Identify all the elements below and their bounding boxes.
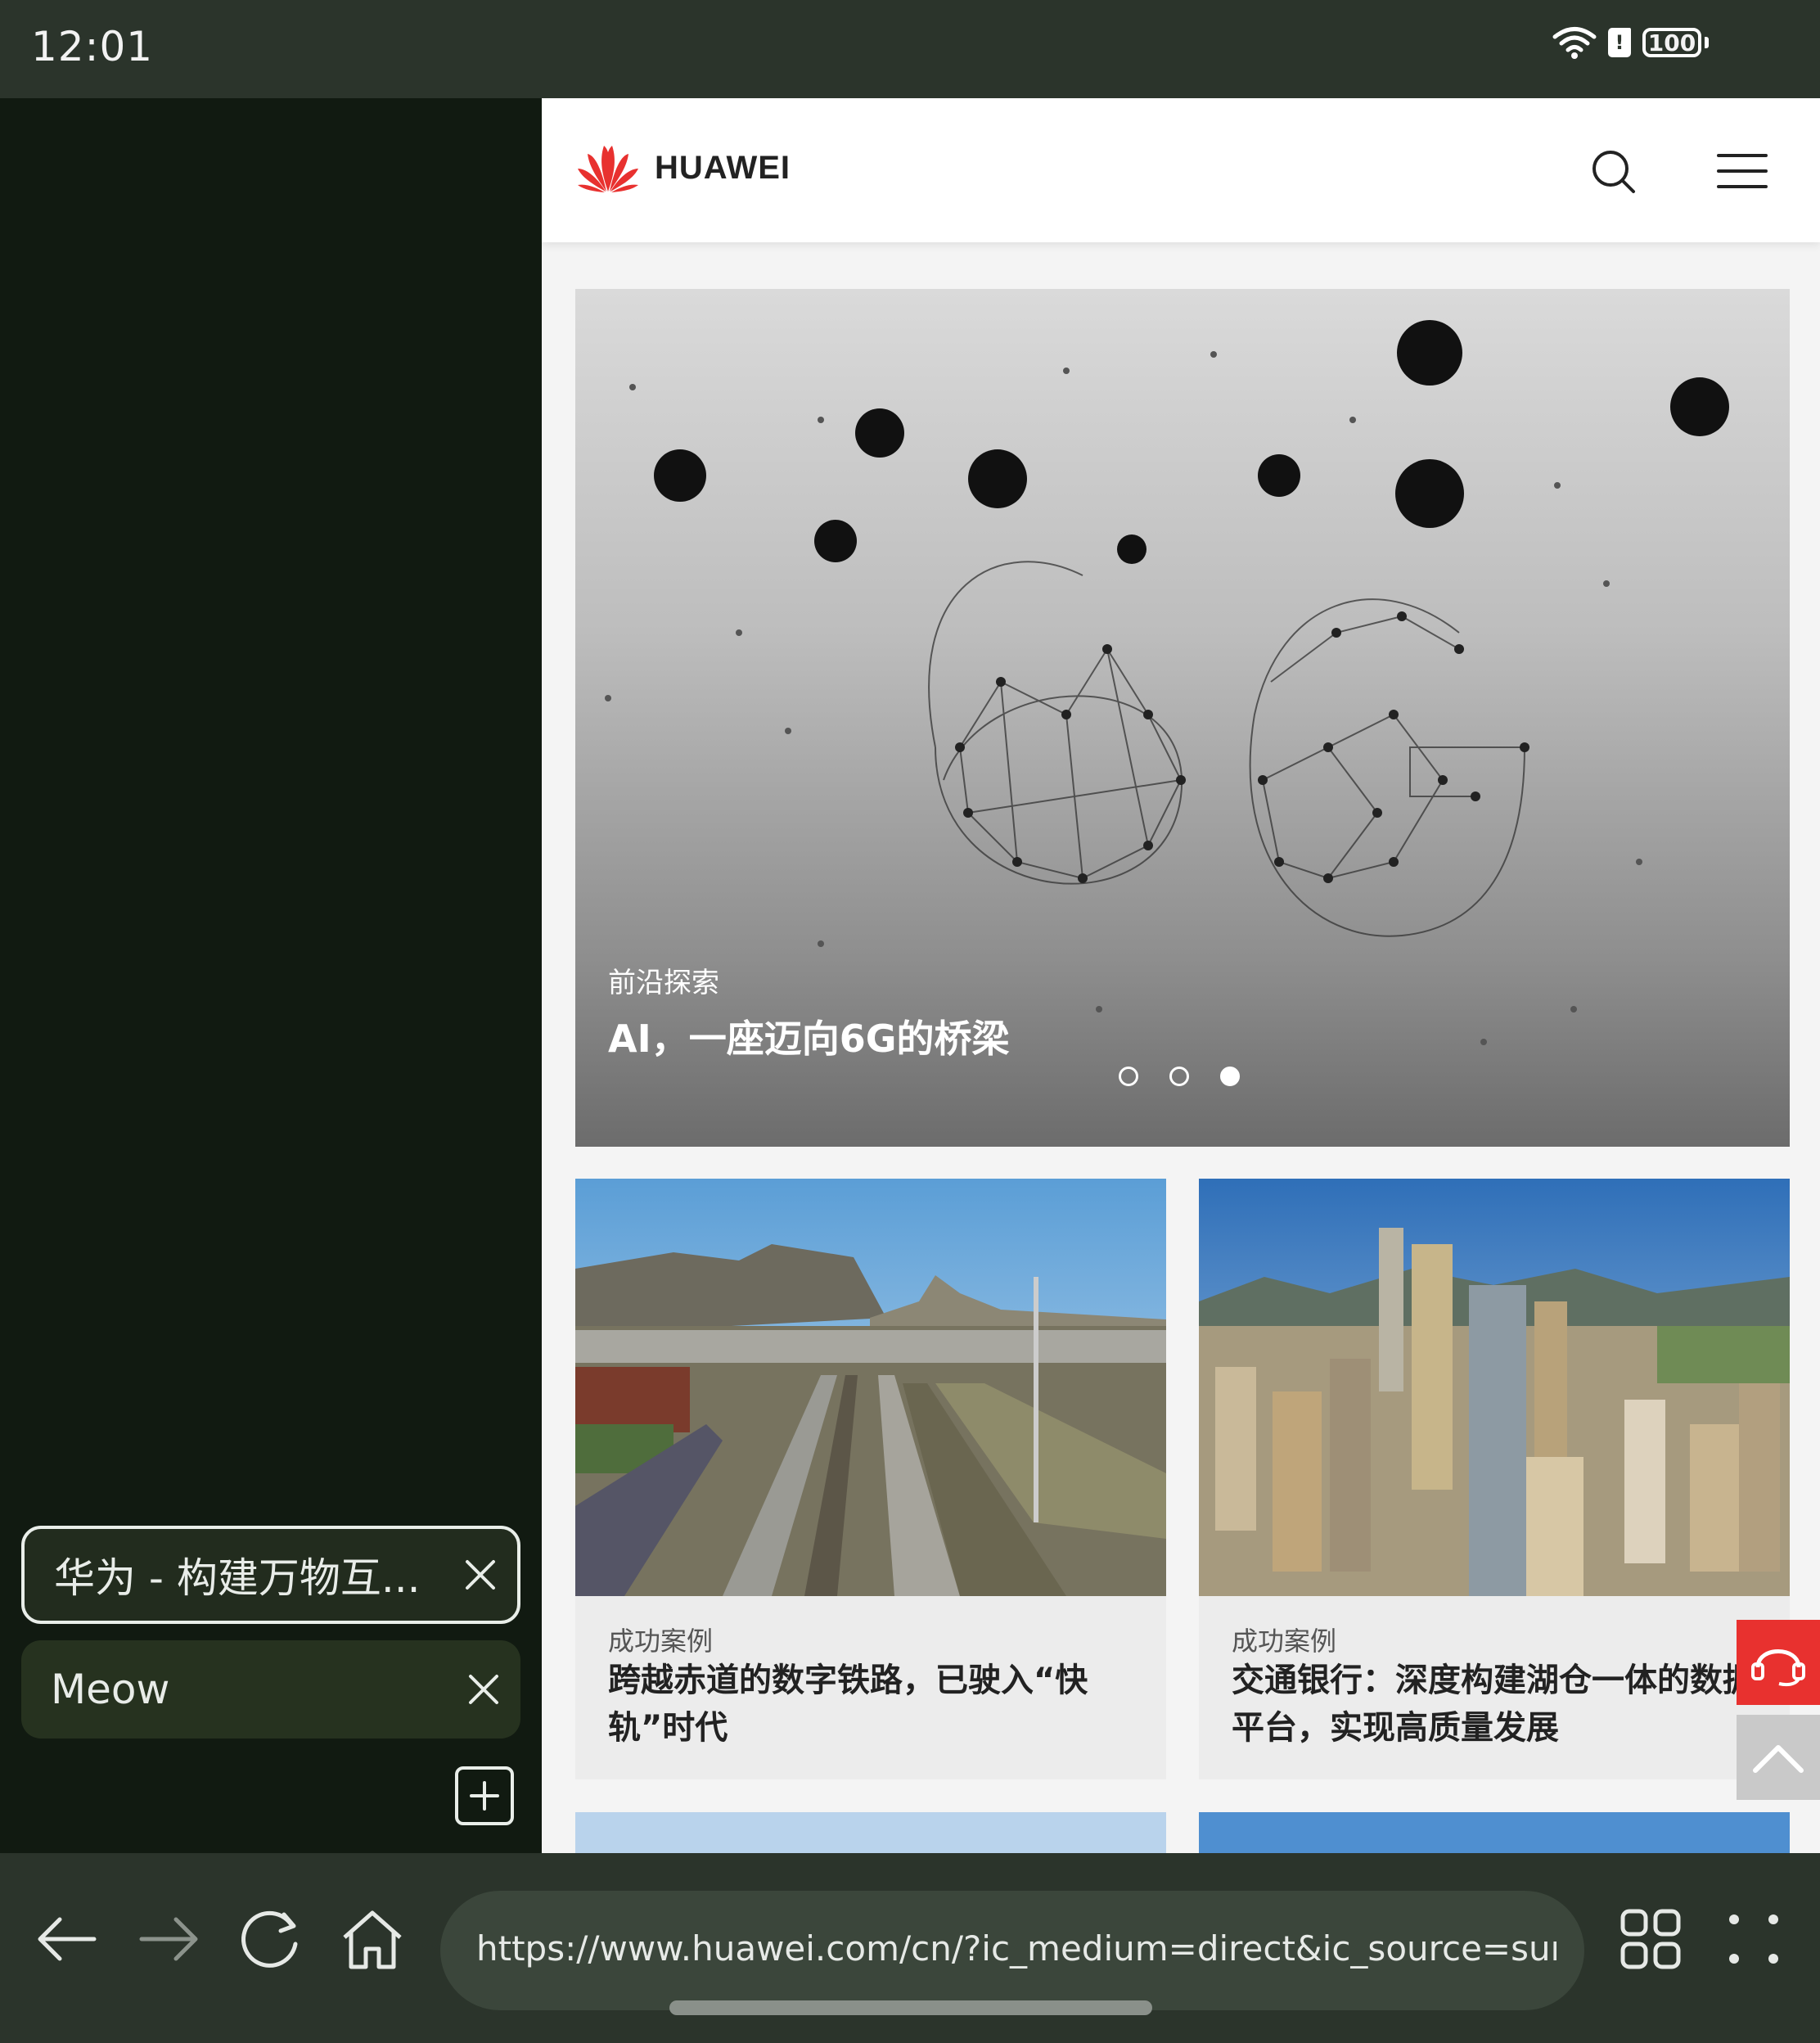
new-tab-button[interactable] [455,1766,514,1825]
brand-name: HUAWEI [655,149,791,186]
hero-banner[interactable]: 前沿探索 AI，一座迈向6G的桥梁 [575,289,1790,1147]
search-icon[interactable] [1589,147,1638,200]
case-card-bank[interactable]: 成功案例 交通银行：深度构建湖仓一体的数据平台，实现高质量发展 [1199,1179,1790,1779]
headset-icon [1751,1649,1805,1687]
site-header: HUAWEI [542,98,1820,242]
menu-icon[interactable] [1717,151,1768,195]
home-icon [343,1910,402,1969]
battery-icon: 100 [1642,28,1701,57]
case-card-partial[interactable] [1199,1812,1790,1853]
wifi-icon [1552,27,1597,59]
close-icon[interactable] [447,1640,520,1739]
carousel-dot-3[interactable] [1220,1067,1240,1086]
carousel-dot-2[interactable] [1169,1067,1189,1086]
card-title[interactable]: 交通银行：深度构建湖仓一体的数据平台，实现高质量发展 [1232,1657,1764,1752]
card-category: 成功案例 [1232,1626,1337,1657]
plus-icon [470,1781,499,1811]
customer-service-button[interactable] [1737,1620,1820,1705]
huawei-logo[interactable]: HUAWEI [574,142,791,193]
reload-button[interactable] [234,1902,308,1976]
back-button[interactable] [29,1902,103,1976]
more-dots-icon [1729,1914,1778,1964]
battery-tip [1705,37,1709,48]
hero-title: AI，一座迈向6G的桥梁 [608,1017,1010,1061]
clock: 12:01 [31,23,154,70]
tabs-grid-icon [1620,1909,1681,1969]
carousel-dots [1119,1067,1240,1086]
status-icons: ! 100 [1552,26,1709,59]
tab-title: 华为 - 构建万物互... [54,1554,421,1602]
sd-card-icon: ! [1608,28,1631,57]
arrow-right-icon [139,1917,198,1961]
city-photo [1199,1179,1790,1596]
web-content: HUAWEI 前沿探索 AI，一座迈向6G的桥梁 成功案例 跨越赤道的数字铁路，… [542,98,1820,1853]
carousel-dot-1[interactable] [1119,1067,1138,1086]
case-card-partial[interactable] [575,1812,1166,1853]
address-bar[interactable]: https://www.huawei.com/cn/?ic_medium=dir… [440,1891,1584,2010]
home-button[interactable] [336,1902,409,1976]
reload-icon [241,1910,298,1968]
battery-level: 100 [1647,29,1696,56]
url-text[interactable]: https://www.huawei.com/cn/?ic_medium=dir… [476,1928,1556,1969]
arrow-left-icon [38,1917,97,1961]
card-title[interactable]: 跨越赤道的数字铁路，已驶入“快轨”时代 [608,1657,1140,1752]
tabs-overview-button[interactable] [1614,1902,1687,1976]
hero-category: 前沿探索 [608,967,719,999]
forward-button[interactable] [133,1902,206,1976]
tab-title: Meow [51,1666,170,1713]
case-card-railway[interactable]: 成功案例 跨越赤道的数字铁路，已驶入“快轨”时代 [575,1179,1166,1779]
railway-photo [575,1179,1166,1596]
tab-card-meow[interactable]: Meow [21,1640,520,1739]
tab-panel: 华为 - 构建万物互... Meow [0,98,542,1853]
back-to-top-button[interactable] [1737,1715,1820,1800]
tab-card-huawei[interactable]: 华为 - 构建万物互... [21,1526,520,1624]
chevron-up-icon [1753,1745,1804,1773]
status-bar: 12:01 ! 100 [0,0,1820,98]
more-options-button[interactable] [1717,1902,1791,1976]
huawei-petal-icon [578,146,638,192]
home-indicator[interactable] [669,2000,1152,2015]
close-icon[interactable] [444,1529,517,1621]
card-category: 成功案例 [608,1626,714,1657]
